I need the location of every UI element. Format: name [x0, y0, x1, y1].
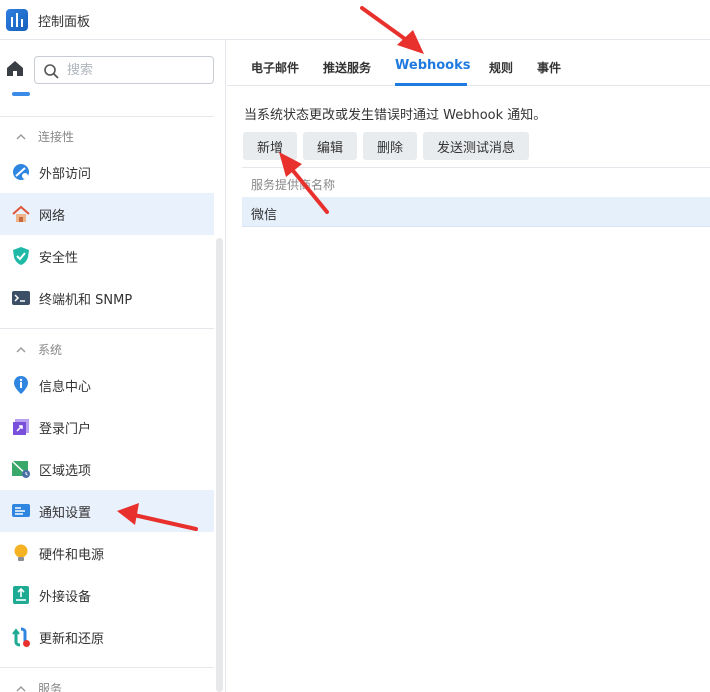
edit-button[interactable]: 编辑: [303, 132, 357, 160]
main-panel: 电子邮件 推送服务 Webhooks 规则 事件 当系统状态更改或发生错误时通过…: [227, 40, 710, 692]
regional-map-icon: [11, 460, 30, 478]
sidebar-item-info-center[interactable]: 信息中心: [0, 364, 214, 406]
tab-bar: 电子邮件 推送服务 Webhooks 规则 事件: [227, 40, 710, 86]
notification-icon: [12, 504, 30, 517]
info-pin-icon: [14, 376, 28, 394]
section-header-system[interactable]: 系统: [14, 341, 62, 358]
sidebar-item-terminal-snmp[interactable]: 终端机和 SNMP: [0, 277, 214, 319]
divider: [0, 116, 214, 117]
sidebar-item-label: 信息中心: [39, 380, 92, 395]
send-test-message-button[interactable]: 发送测试消息: [423, 132, 529, 160]
tab-webhooks[interactable]: Webhooks: [395, 58, 471, 73]
sidebar-item-external-access[interactable]: 外部访问: [0, 151, 214, 193]
sidebar-item-label: 登录门户: [39, 422, 92, 437]
sidebar-item-label: 外接设备: [39, 590, 92, 605]
terminal-icon: [12, 291, 30, 305]
sidebar-item-label: 区域选项: [39, 464, 92, 479]
sidebar: 连接性 外部访问 网络 安全性 终端机和 SNMP 系统 信息中心: [0, 40, 226, 692]
tab-rules[interactable]: 规则: [489, 59, 513, 76]
tab-active-indicator: [395, 83, 467, 86]
lightbulb-icon: [14, 544, 28, 561]
shield-icon: [13, 247, 29, 265]
sidebar-item-external-devices[interactable]: 外接设备: [0, 574, 214, 616]
sidebar-item-security[interactable]: 安全性: [0, 235, 214, 277]
sidebar-item-network[interactable]: 网络: [0, 193, 214, 235]
table-cell-provider: 微信: [251, 208, 278, 223]
tab-email[interactable]: 电子邮件: [251, 59, 299, 76]
network-house-icon: [12, 205, 30, 222]
column-header-provider-name[interactable]: 服务提供商名称: [251, 176, 335, 193]
section-label: 系统: [38, 343, 63, 357]
search-box[interactable]: [34, 56, 214, 84]
section-label: 连接性: [38, 130, 75, 144]
sidebar-scrollbar[interactable]: [216, 238, 223, 692]
table-row[interactable]: 微信: [242, 197, 710, 227]
login-portal-icon: [13, 419, 29, 435]
chevron-up-icon: [16, 133, 26, 139]
window-title: 控制面板: [38, 15, 91, 30]
tab-events[interactable]: 事件: [537, 59, 561, 76]
home-icon[interactable]: [4, 57, 26, 79]
sidebar-item-regional-options[interactable]: 区域选项: [0, 448, 214, 490]
section-header-services[interactable]: 服务: [14, 680, 62, 692]
external-device-icon: [13, 586, 29, 604]
external-access-icon: [13, 164, 29, 180]
sidebar-item-label: 更新和还原: [39, 632, 105, 647]
title-bar: 控制面板: [0, 0, 710, 40]
partial-item-icon: [12, 92, 30, 96]
sidebar-item-label: 通知设置: [39, 506, 92, 521]
sidebar-item-label: 外部访问: [39, 167, 92, 182]
sidebar-item-label: 网络: [39, 209, 66, 224]
sidebar-item-label: 安全性: [39, 251, 79, 266]
divider: [0, 667, 214, 668]
search-icon: [44, 64, 59, 79]
sidebar-item-label: 硬件和电源: [39, 548, 105, 563]
table-header: 服务提供商名称: [242, 167, 710, 197]
sidebar-item-update-restore[interactable]: 更新和还原: [0, 616, 214, 658]
search-input[interactable]: [67, 61, 207, 79]
chevron-up-icon: [16, 346, 26, 352]
divider: [0, 328, 214, 329]
sidebar-item-label: 终端机和 SNMP: [39, 293, 133, 308]
update-restore-icon: [12, 627, 30, 647]
sidebar-item-notification[interactable]: 通知设置: [0, 490, 214, 532]
add-button[interactable]: 新增: [243, 132, 297, 160]
delete-button[interactable]: 删除: [363, 132, 417, 160]
sidebar-item-login-portal[interactable]: 登录门户: [0, 406, 214, 448]
sidebar-item-hardware-power[interactable]: 硬件和电源: [0, 532, 214, 574]
section-header-connectivity[interactable]: 连接性: [14, 128, 74, 145]
webhook-description: 当系统状态更改或发生错误时通过 Webhook 通知。: [244, 108, 547, 123]
section-label: 服务: [38, 682, 63, 692]
control-panel-icon: [6, 9, 28, 31]
chevron-up-icon: [16, 685, 26, 691]
tab-push-service[interactable]: 推送服务: [323, 59, 371, 76]
